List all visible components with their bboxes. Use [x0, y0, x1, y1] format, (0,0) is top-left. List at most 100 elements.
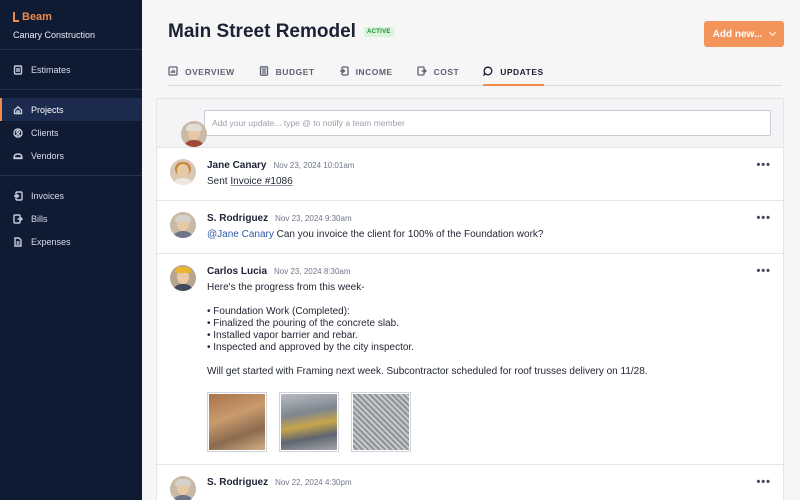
sidebar-item-label: Estimates: [31, 64, 71, 75]
sidebar-item-clients[interactable]: Clients: [0, 121, 142, 144]
avatar-body: [172, 231, 194, 238]
update-post: S. Rodriguez Nov 23, 2024 9:30am ••• @Ja…: [157, 201, 783, 254]
avatar-face: [177, 164, 189, 178]
post-author[interactable]: S. Rodriguez: [207, 477, 268, 488]
post-time: Nov 23, 2024 10:01am: [273, 161, 355, 170]
nav-group-finance: Invoices Bills Expenses: [0, 176, 142, 261]
update-post: Carlos Lucia Nov 23, 2024 8:30am ••• Her…: [157, 254, 783, 465]
post-body: @Jane Canary Can you invoice the client …: [207, 229, 783, 241]
user-mention[interactable]: @Jane Canary: [207, 229, 274, 240]
sidebar-item-vendors[interactable]: Vendors: [0, 144, 142, 167]
post-author[interactable]: Jane Canary: [207, 160, 266, 171]
post-header: S. Rodriguez Nov 23, 2024 9:30am: [207, 213, 783, 224]
logo[interactable]: Beam: [13, 11, 129, 23]
update-input[interactable]: [204, 110, 771, 136]
rebar-grid-photo[interactable]: [351, 392, 411, 452]
current-user-avatar: [181, 121, 207, 147]
tab-updates[interactable]: UPDATES: [483, 59, 544, 86]
sidebar-item-label: Expenses: [31, 236, 71, 247]
expense-icon: [14, 236, 22, 247]
post-time: Nov 22, 2024 4:30pm: [275, 478, 352, 487]
sidebar-item-label: Invoices: [31, 190, 65, 201]
sidebar-item-expenses[interactable]: Expenses: [0, 230, 142, 253]
sidebar-item-bills[interactable]: Bills: [0, 207, 142, 230]
logo-mark-icon: [13, 12, 19, 22]
photo-image: [353, 394, 409, 450]
post-header: Carlos Lucia Nov 23, 2024 8:30am: [207, 266, 783, 277]
cost-icon: [416, 66, 427, 76]
chevron-down-icon: [769, 28, 777, 37]
vendor-icon: [13, 152, 23, 159]
more-options-icon[interactable]: •••: [756, 476, 771, 488]
update-post: S. Rodriguez Nov 22, 2024 4:30pm •••: [157, 465, 783, 500]
avatar-body: [183, 140, 205, 147]
estimates-icon: [13, 64, 23, 75]
post-text: Can you invoice the client for 100% of t…: [273, 229, 544, 240]
avatar: [170, 159, 196, 185]
tab-label: BUDGET: [275, 67, 315, 77]
add-new-label: Add new...: [712, 28, 763, 40]
post-body: Sent Invoice #1086: [207, 176, 783, 188]
concrete-slab-photo[interactable]: [279, 392, 339, 452]
budget-icon: [259, 66, 268, 76]
avatar-hair: [175, 479, 191, 486]
post-author[interactable]: S. Rodriguez: [207, 213, 268, 224]
tab-label: UPDATES: [500, 67, 544, 77]
sidebar-item-estimates[interactable]: Estimates: [0, 58, 142, 81]
sidebar: Beam Canary Construction Estimates Proje…: [0, 0, 142, 500]
nav-group-projects: Projects Clients Vendors: [0, 90, 142, 176]
sidebar-item-invoices[interactable]: Invoices: [0, 184, 142, 207]
updates-feed: Jane Canary Nov 23, 2024 10:01am ••• Sen…: [156, 98, 784, 500]
nav-group-estimates: Estimates: [0, 50, 142, 90]
more-options-icon[interactable]: •••: [756, 212, 771, 224]
avatar: [170, 212, 196, 238]
tab-overview[interactable]: OVERVIEW: [168, 59, 235, 86]
status-badge: ACTIVE: [363, 27, 394, 37]
post-author[interactable]: Carlos Lucia: [207, 266, 267, 277]
photo-image: [281, 394, 337, 450]
post-text: Sent: [207, 176, 231, 187]
photo-gallery: [207, 392, 783, 452]
tab-label: COST: [433, 67, 460, 77]
page-header: Main Street Remodel ACTIVE Add new... OV…: [142, 0, 800, 87]
avatar-hair: [186, 124, 202, 131]
post-line: • Inspected and approved by the city ins…: [207, 342, 414, 353]
sidebar-item-label: Vendors: [31, 150, 65, 161]
post-time: Nov 23, 2024 8:30am: [274, 267, 351, 276]
update-post: Jane Canary Nov 23, 2024 10:01am ••• Sen…: [157, 148, 783, 201]
income-icon: [339, 66, 349, 76]
sidebar-item-projects[interactable]: Projects: [0, 98, 142, 121]
post-line: • Foundation Work (Completed):: [207, 306, 350, 317]
invoice-icon: [14, 190, 23, 201]
post-body: Here's the progress from this week- • Fo…: [207, 282, 783, 378]
hard-hat: [175, 267, 191, 273]
avatar-body: [172, 495, 194, 500]
foundation-forms-photo[interactable]: [207, 392, 267, 452]
chat-icon: [483, 66, 493, 76]
brand-area: Beam Canary Construction: [0, 0, 142, 50]
avatar: [170, 265, 196, 291]
sidebar-item-label: Bills: [31, 213, 48, 224]
more-options-icon[interactable]: •••: [756, 265, 771, 277]
post-header: Jane Canary Nov 23, 2024 10:01am: [207, 160, 783, 171]
chart-icon: [168, 66, 178, 76]
project-tabs: OVERVIEW BUDGET INCOME COST UPDATES: [168, 59, 782, 86]
post-line: • Installed vapor barrier and rebar.: [207, 330, 358, 341]
add-new-button[interactable]: Add new...: [704, 21, 784, 47]
bill-icon: [13, 213, 23, 224]
sidebar-item-label: Clients: [31, 127, 59, 138]
home-icon: [13, 105, 23, 114]
invoice-link[interactable]: Invoice #1086: [230, 176, 292, 187]
sidebar-item-label: Projects: [31, 104, 64, 115]
post-line: • Finalized the pouring of the concrete …: [207, 318, 399, 329]
compose-area: [157, 99, 783, 148]
more-options-icon[interactable]: •••: [756, 159, 771, 171]
tab-budget[interactable]: BUDGET: [259, 59, 315, 86]
tab-income[interactable]: INCOME: [339, 59, 393, 86]
avatar-hair: [175, 215, 191, 222]
tab-cost[interactable]: COST: [416, 59, 460, 86]
tab-label: OVERVIEW: [185, 67, 235, 77]
avatar-body: [172, 178, 194, 185]
